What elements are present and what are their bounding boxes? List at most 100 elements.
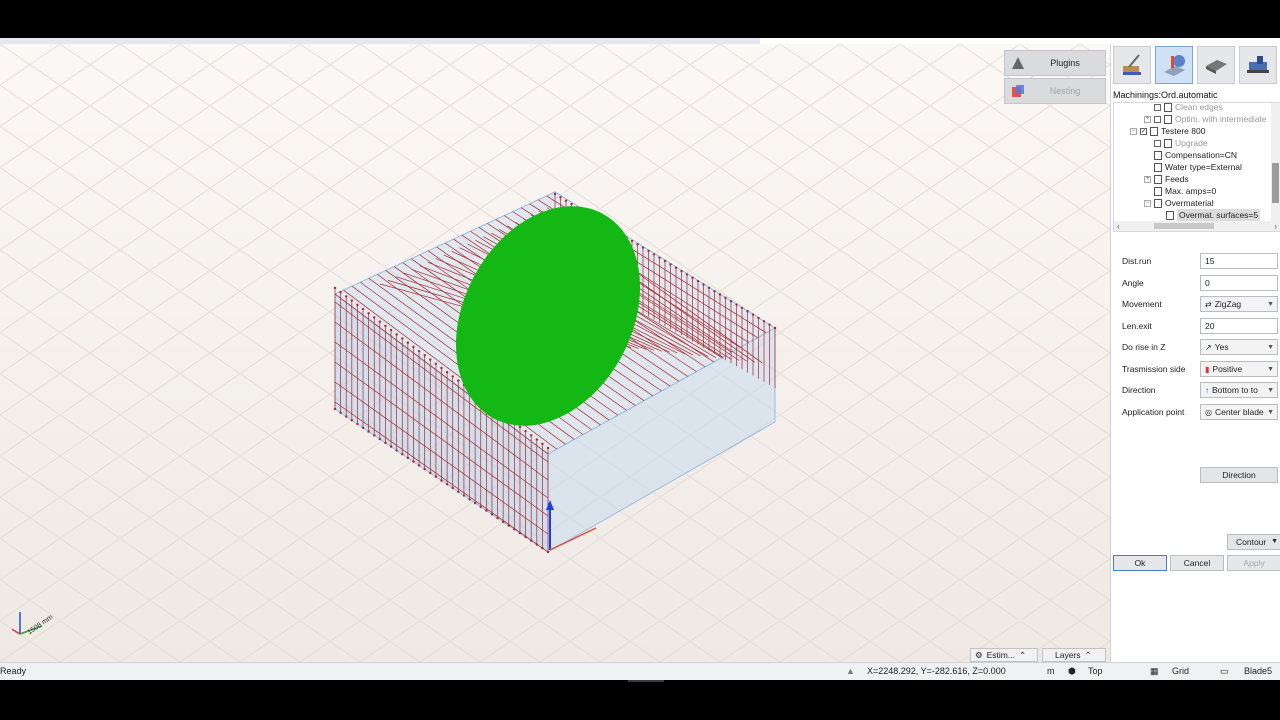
tree-item-label: Clean edges bbox=[1175, 102, 1223, 112]
saw-machining-icon[interactable] bbox=[1155, 46, 1193, 84]
tree-checkbox[interactable] bbox=[1154, 139, 1161, 147]
machining-tree[interactable]: Clean edges + Optim. with intermediate − ✓ Te… bbox=[1113, 102, 1280, 232]
warning-icon: ▲ bbox=[846, 666, 855, 676]
expand-icon[interactable]: + bbox=[1144, 115, 1151, 123]
prop-trasmission-side: Trasmission side ▮ Positive ▼ bbox=[1122, 360, 1280, 378]
angle-input[interactable]: 0 bbox=[1200, 275, 1278, 291]
prop-value: Center blade bbox=[1214, 407, 1264, 417]
status-grid[interactable]: Grid bbox=[1172, 666, 1189, 676]
status-ready: Ready bbox=[0, 666, 27, 676]
chevron-down-icon: ▼ bbox=[1267, 408, 1274, 416]
axis-scale-label: 1508 mm bbox=[26, 614, 54, 637]
tree-item[interactable]: + Optim. with intermediate bbox=[1144, 113, 1267, 125]
tree-checkbox[interactable] bbox=[1154, 115, 1161, 123]
prop-label: Trasmission side bbox=[1122, 364, 1186, 374]
tree-item-label: Upgrade bbox=[1175, 138, 1208, 148]
do-rise-z-select[interactable]: ↗ Yes ▼ bbox=[1200, 339, 1278, 355]
tree-item-label: Compensation=CN bbox=[1165, 150, 1238, 160]
layers-label: Layers bbox=[1055, 650, 1081, 660]
application-point-select[interactable]: ◎ Center blade ▼ bbox=[1200, 404, 1278, 420]
expand-icon[interactable]: + bbox=[1144, 175, 1151, 183]
center-blade-icon: ◎ bbox=[1205, 407, 1212, 417]
document-icon bbox=[1164, 103, 1172, 112]
dist-run-input[interactable]: 15 bbox=[1200, 253, 1278, 269]
tree-item[interactable]: − Overmaterial bbox=[1144, 197, 1214, 209]
layers-button[interactable]: Layers ⌃ bbox=[1042, 648, 1106, 662]
tree-item[interactable]: Clean edges bbox=[1154, 102, 1223, 113]
document-icon bbox=[1164, 114, 1172, 124]
tree-checkbox[interactable]: ✓ bbox=[1140, 127, 1147, 135]
blade-icon[interactable]: ▭ bbox=[1220, 666, 1229, 677]
grid-icon[interactable]: ▦ bbox=[1150, 666, 1159, 677]
contour-label: Contour bbox=[1236, 537, 1267, 547]
prop-movement: Movement ⇄ ZigZag ▼ bbox=[1122, 295, 1280, 313]
collapse-icon[interactable]: − bbox=[1130, 127, 1137, 135]
view-cube-icon[interactable]: ⬢ bbox=[1068, 666, 1076, 677]
scene-canvas[interactable] bbox=[0, 44, 1110, 662]
chevron-up-icon: ⌃ bbox=[1018, 649, 1027, 660]
nesting-icon bbox=[1011, 84, 1025, 98]
apply-button[interactable]: Apply bbox=[1227, 555, 1280, 571]
machinings-title: Machinings:Ord.automatic bbox=[1113, 90, 1218, 100]
chevron-down-icon: ▼ bbox=[1267, 365, 1274, 373]
chevron-down-icon: ▼ bbox=[1267, 300, 1274, 308]
tree-item[interactable]: Overmat. surfaces=5 bbox=[1166, 209, 1261, 221]
status-view[interactable]: Top bbox=[1088, 666, 1103, 676]
tree-horizontal-scrollbar[interactable]: ‹ › bbox=[1114, 221, 1280, 231]
contour-button[interactable]: Contour ▼ bbox=[1227, 534, 1280, 550]
tree-item[interactable]: Upgrade bbox=[1154, 137, 1208, 149]
chevron-down-icon: ▼ bbox=[1267, 386, 1274, 394]
tree-item[interactable]: − ✓ Testere 800 bbox=[1130, 125, 1205, 137]
tree-item[interactable]: Compensation=CN bbox=[1154, 149, 1237, 161]
prop-direction: Direction ↑ Bottom to to ▼ bbox=[1122, 381, 1280, 399]
broom-tool-icon[interactable] bbox=[1113, 46, 1151, 84]
application-window: 1508 mm Plugins Nesting Machinings:Ord.a… bbox=[0, 38, 1280, 680]
tree-vertical-scrollbar[interactable] bbox=[1271, 103, 1280, 221]
tree-item-label: Feeds bbox=[1165, 174, 1189, 184]
status-tool[interactable]: Blade5 bbox=[1244, 666, 1272, 676]
machine-icon[interactable] bbox=[1239, 46, 1277, 84]
tree-checkbox[interactable] bbox=[1154, 103, 1161, 111]
plugins-label: Plugins bbox=[1050, 58, 1080, 68]
tree-item-label: Overmaterial bbox=[1165, 198, 1214, 208]
tree-item[interactable]: Water type=External bbox=[1154, 161, 1242, 173]
3d-viewport[interactable]: 1508 mm bbox=[0, 44, 1110, 662]
direction-button[interactable]: Direction bbox=[1200, 467, 1278, 483]
nesting-button[interactable]: Nesting bbox=[1004, 78, 1106, 104]
prop-value: 0 bbox=[1205, 278, 1210, 288]
arrow-up-icon: ↑ bbox=[1205, 385, 1209, 395]
prop-application-point: Application point ◎ Center blade ▼ bbox=[1122, 403, 1280, 421]
direction-select[interactable]: ↑ Bottom to to ▼ bbox=[1200, 382, 1278, 398]
prop-label: Do rise in Z bbox=[1122, 342, 1166, 352]
tree-item[interactable]: Max. amps=0 bbox=[1154, 185, 1216, 197]
prop-do-rise-z: Do rise in Z ↗ Yes ▼ bbox=[1122, 338, 1280, 356]
slab-icon[interactable] bbox=[1197, 46, 1235, 84]
prop-value: Bottom to to bbox=[1212, 385, 1258, 395]
chevron-down-icon: ▼ bbox=[1267, 343, 1274, 351]
prop-value: Yes bbox=[1214, 342, 1229, 352]
document-icon bbox=[1154, 150, 1162, 160]
chevron-down-icon: ▼ bbox=[1271, 538, 1278, 545]
trasmission-side-select[interactable]: ▮ Positive ▼ bbox=[1200, 361, 1278, 377]
scroll-right-icon[interactable]: › bbox=[1274, 222, 1277, 231]
tree-item-label: Max. amps=0 bbox=[1165, 186, 1217, 196]
movement-select[interactable]: ⇄ ZigZag ▼ bbox=[1200, 296, 1278, 312]
tree-item-label: Water type=External bbox=[1165, 162, 1242, 172]
document-icon bbox=[1154, 198, 1162, 208]
estimate-button[interactable]: ⚙ Estim... ⌃ bbox=[970, 648, 1038, 662]
prop-label: Movement bbox=[1122, 299, 1162, 309]
collapse-icon[interactable]: − bbox=[1144, 199, 1151, 207]
tree-item[interactable]: + Feeds bbox=[1144, 173, 1189, 185]
status-unit[interactable]: m bbox=[1047, 666, 1055, 676]
status-bar: Ready ▲ X=2248.292, Y=-282.616, Z=0.000 … bbox=[0, 662, 1280, 680]
tree-item-label: Overmat. surfaces=5 bbox=[1177, 209, 1261, 221]
scroll-left-icon[interactable]: ‹ bbox=[1117, 222, 1120, 231]
status-coordinates: X=2248.292, Y=-282.616, Z=0.000 bbox=[867, 666, 1006, 676]
len-exit-input[interactable]: 20 bbox=[1200, 318, 1278, 334]
tree-item-label: Testere 800 bbox=[1161, 126, 1206, 136]
document-icon bbox=[1154, 174, 1162, 184]
ok-button[interactable]: Ok bbox=[1113, 555, 1167, 571]
cancel-button[interactable]: Cancel bbox=[1170, 555, 1224, 571]
letterbox-bottom bbox=[0, 680, 1280, 720]
plugins-button[interactable]: Plugins bbox=[1004, 50, 1106, 76]
